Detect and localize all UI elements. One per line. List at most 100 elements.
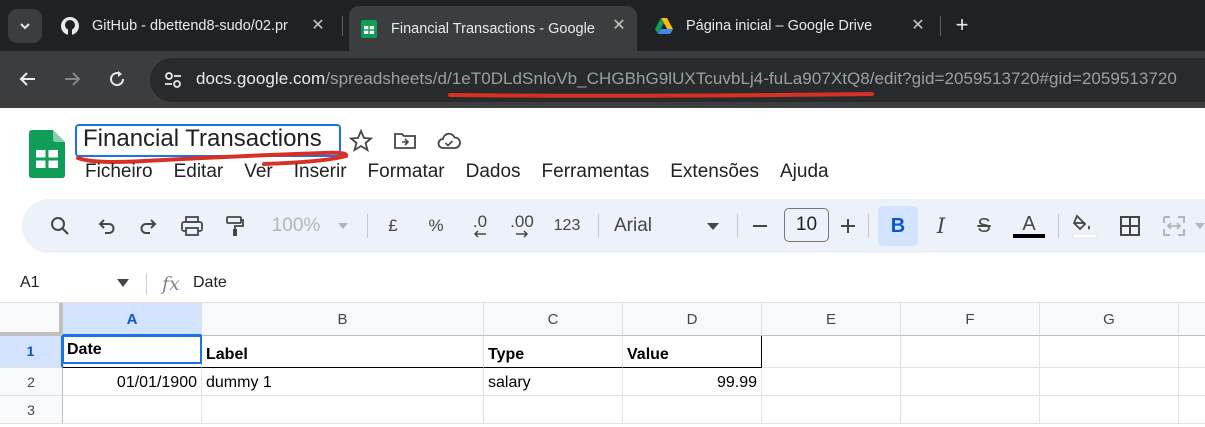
close-tab-icon[interactable]: ✕ <box>310 18 326 34</box>
tab-title: Página inicial – Google Drive <box>686 18 873 34</box>
cell-h2[interactable] <box>1179 368 1205 396</box>
percent-format-button[interactable]: % <box>423 210 449 242</box>
chevron-down-icon[interactable] <box>117 279 129 287</box>
close-tab-icon[interactable]: ✕ <box>611 18 627 34</box>
close-tab-icon[interactable]: ✕ <box>910 18 926 34</box>
redo-button[interactable] <box>135 210 163 242</box>
decrease-font-size-button[interactable] <box>749 210 771 242</box>
cell-f2[interactable] <box>901 368 1040 396</box>
sheets-logo-icon[interactable] <box>29 130 65 178</box>
back-button[interactable] <box>14 65 42 93</box>
toolbar-divider <box>868 214 869 238</box>
search-menus-button[interactable] <box>46 210 74 242</box>
function-icon: fx <box>162 273 180 295</box>
more-formats-button[interactable]: 123 <box>550 210 584 242</box>
row-header-1[interactable]: 1 <box>0 336 63 368</box>
row-header-2[interactable]: 2 <box>0 368 63 396</box>
select-all-corner[interactable] <box>0 303 63 336</box>
arrow-left-icon <box>19 72 35 86</box>
column-header-c[interactable]: C <box>484 303 623 336</box>
fill-color-button[interactable] <box>1068 210 1102 242</box>
column-header-g[interactable]: G <box>1040 303 1179 336</box>
tab-github[interactable]: GitHub - dbettend8-sudo/02.pr ✕ <box>60 6 336 46</box>
star-icon[interactable] <box>349 129 373 153</box>
cell-d2[interactable]: 99.99 <box>623 368 762 396</box>
cell-c3[interactable] <box>484 396 623 424</box>
column-header-b[interactable]: B <box>202 303 484 336</box>
cell-b1[interactable]: Label <box>202 336 484 368</box>
site-settings-icon[interactable] <box>162 69 184 91</box>
cell-a2[interactable]: 01/01/1900 <box>63 368 202 396</box>
cell-d1[interactable]: Value <box>623 336 762 368</box>
column-header-h[interactable] <box>1179 303 1205 336</box>
cell-c1[interactable]: Type <box>484 336 623 368</box>
merge-cells-button[interactable] <box>1160 210 1188 242</box>
formula-input[interactable]: Date <box>193 274 227 292</box>
menu-data[interactable]: Dados <box>466 161 521 185</box>
chevron-down-icon[interactable] <box>705 210 721 242</box>
strikethrough-button[interactable]: S <box>970 210 998 242</box>
cell-f1[interactable] <box>901 336 1040 368</box>
cell-b3[interactable] <box>202 396 484 424</box>
print-button[interactable] <box>178 210 206 242</box>
cloud-saved-icon[interactable] <box>437 129 461 153</box>
menu-view[interactable]: Ver <box>244 161 273 185</box>
cell-g3[interactable] <box>1040 396 1179 424</box>
undo-icon <box>98 219 115 234</box>
currency-format-button[interactable]: £ <box>381 210 405 242</box>
tab-google-drive[interactable]: Página inicial – Google Drive ✕ <box>654 6 936 46</box>
cell-e3[interactable] <box>762 396 901 424</box>
menu-format[interactable]: Formatar <box>368 161 445 185</box>
italic-button[interactable]: I <box>927 210 955 242</box>
arrow-right-icon <box>65 72 81 86</box>
search-icon <box>51 217 69 235</box>
zoom-select[interactable]: 100% <box>268 210 324 242</box>
font-select[interactable]: Arial <box>614 210 664 242</box>
column-header-d[interactable]: D <box>623 303 762 336</box>
text-color-button[interactable]: A <box>1012 210 1046 242</box>
menu-help[interactable]: Ajuda <box>780 161 829 185</box>
name-box[interactable]: A1 <box>20 274 40 292</box>
tab-financial-transactions[interactable]: Financial Transactions - Google ✕ <box>349 6 637 51</box>
paint-format-icon <box>226 216 244 236</box>
paint-format-button[interactable] <box>221 210 249 242</box>
reload-button[interactable] <box>103 65 131 93</box>
menu-insert[interactable]: Inserir <box>294 161 347 185</box>
cell-g1[interactable] <box>1040 336 1179 368</box>
cell-d3[interactable] <box>623 396 762 424</box>
plus-icon <box>841 219 855 233</box>
decrease-decimal-label: .0 <box>472 212 488 231</box>
cell-b2[interactable]: dummy 1 <box>202 368 484 396</box>
decrease-decimal-button[interactable]: .0 <box>465 210 495 242</box>
forward-button[interactable] <box>58 65 86 93</box>
cell-e2[interactable] <box>762 368 901 396</box>
row-header-3[interactable]: 3 <box>0 396 63 424</box>
column-header-f[interactable]: F <box>901 303 1040 336</box>
cell-h3[interactable] <box>1179 396 1205 424</box>
formula-bar-divider <box>146 273 147 295</box>
increase-font-size-button[interactable] <box>837 210 859 242</box>
menu-file[interactable]: Ficheiro <box>85 161 153 185</box>
menu-tools[interactable]: Ferramentas <box>542 161 650 185</box>
text-color-glyph: A <box>1022 213 1036 235</box>
tab-search-button[interactable] <box>8 9 42 43</box>
cell-e1[interactable] <box>762 336 901 368</box>
menu-edit[interactable]: Editar <box>174 161 224 185</box>
column-header-e[interactable]: E <box>762 303 901 336</box>
new-tab-button[interactable]: + <box>948 12 976 40</box>
undo-button[interactable] <box>92 210 120 242</box>
cell-f3[interactable] <box>901 396 1040 424</box>
cell-c2[interactable]: salary <box>484 368 623 396</box>
cell-h1[interactable] <box>1179 336 1205 368</box>
font-size-input[interactable]: 10 <box>784 208 829 242</box>
menu-extensions[interactable]: Extensões <box>670 161 759 185</box>
borders-button[interactable] <box>1116 210 1144 242</box>
cell-a3[interactable] <box>63 396 202 424</box>
bold-button[interactable]: B <box>878 206 918 246</box>
chevron-down-icon[interactable] <box>335 210 351 242</box>
chevron-down-icon[interactable] <box>1194 210 1205 242</box>
cell-g2[interactable] <box>1040 368 1179 396</box>
column-header-a[interactable]: A <box>63 303 202 336</box>
move-folder-icon[interactable] <box>393 129 417 153</box>
increase-decimal-button[interactable]: .00 <box>506 210 538 242</box>
